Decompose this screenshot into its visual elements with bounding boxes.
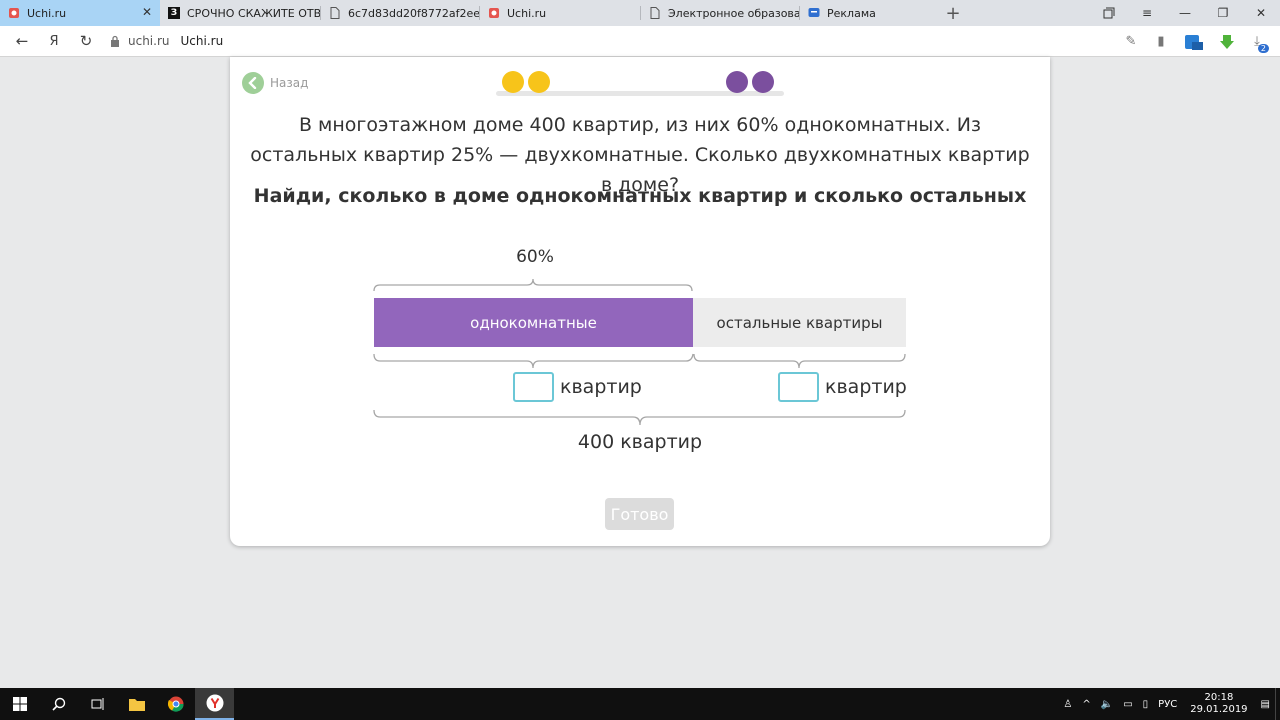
- yandex-browser-icon[interactable]: [195, 688, 234, 720]
- task-view-icon[interactable]: [78, 688, 117, 720]
- url-field[interactable]: uchi.ru Uchi.ru: [110, 34, 223, 48]
- clock[interactable]: 20:18 29.01.2019: [1182, 692, 1255, 716]
- reload-icon[interactable]: ↻: [70, 26, 102, 57]
- extension-sale-icon[interactable]: [1176, 26, 1212, 57]
- battery-icon[interactable]: ▯: [1138, 699, 1154, 710]
- tab-znanija[interactable]: З СРОЧНО СКАЖИТЕ ОТВЕТ: [160, 0, 320, 26]
- yandex-button[interactable]: Я: [38, 26, 70, 57]
- new-tab-button[interactable]: +: [940, 0, 966, 26]
- total-label: 400 квартир: [577, 431, 703, 453]
- answer-one-room: квартир: [513, 372, 642, 402]
- savefrom-icon[interactable]: [1212, 26, 1242, 57]
- volume-icon[interactable]: 🔈: [1096, 699, 1118, 710]
- segment-other-apartments: остальные квартиры: [693, 298, 906, 347]
- chevron-up-icon[interactable]: ^: [1077, 699, 1095, 710]
- window-controls: ≡ — ❐ ✕: [1090, 0, 1280, 26]
- downloads-badge: 2: [1257, 44, 1269, 53]
- protect-icon[interactable]: ✎: [1116, 26, 1146, 57]
- windows-start-icon[interactable]: [0, 688, 39, 720]
- document-icon: [649, 7, 661, 19]
- network-icon[interactable]: ▭: [1118, 699, 1137, 710]
- tabs-list-icon[interactable]: [1090, 0, 1128, 26]
- done-button[interactable]: Готово: [605, 498, 674, 530]
- back-arrow-icon[interactable]: ←: [6, 26, 38, 57]
- url-host: uchi.ru: [128, 34, 170, 48]
- tab-ads[interactable]: Реклама: [800, 0, 940, 26]
- chat-icon: [808, 7, 820, 19]
- tab-title: Uchi.ru: [507, 6, 547, 20]
- lock-icon: [111, 35, 119, 47]
- task-card: Назад В многоэтажном доме 400 квартир, и…: [230, 57, 1050, 546]
- answer-unit: квартир: [825, 376, 907, 398]
- uchi-icon: [488, 7, 500, 19]
- tab-title: Реклама: [827, 6, 876, 20]
- chrome-icon[interactable]: [156, 688, 195, 720]
- search-icon[interactable]: [39, 688, 78, 720]
- restore-icon[interactable]: ❐: [1204, 0, 1242, 26]
- tab-uchi-active[interactable]: Uchi.ru ✕: [0, 0, 160, 26]
- segment-one-room: однокомнатные: [374, 298, 693, 347]
- bookmark-icon[interactable]: ▮: [1146, 26, 1176, 57]
- system-tray: ♙ ^ 🔈 ▭ ▯ РУС 20:18 29.01.2019 ▤: [1058, 688, 1280, 720]
- language-indicator[interactable]: РУС: [1153, 699, 1182, 710]
- people-icon[interactable]: ♙: [1058, 699, 1077, 710]
- tab-document[interactable]: 6c7d83dd20f8772af2ee8c1f: [321, 0, 479, 26]
- address-bar-actions: ✎ ▮ ⤓ 2: [1116, 26, 1272, 57]
- close-icon[interactable]: ✕: [142, 5, 152, 19]
- uchi-icon: [8, 7, 20, 19]
- document-icon: [329, 7, 341, 19]
- znanija-icon: З: [168, 7, 180, 19]
- tab-title: СРОЧНО СКАЖИТЕ ОТВЕТ: [187, 6, 320, 20]
- clock-time: 20:18: [1204, 692, 1234, 703]
- taskbar: ♙ ^ 🔈 ▭ ▯ РУС 20:18 29.01.2019 ▤: [0, 688, 1280, 720]
- tab-education[interactable]: Электронное образование: [641, 0, 799, 26]
- tab-uchi[interactable]: Uchi.ru: [480, 0, 640, 26]
- show-desktop-button[interactable]: [1275, 688, 1280, 720]
- notifications-icon[interactable]: ▤: [1256, 699, 1275, 710]
- answer-others: квартир: [778, 372, 907, 402]
- tab-title: Электронное образование: [668, 6, 799, 20]
- minimize-icon[interactable]: —: [1166, 0, 1204, 26]
- answer-unit: квартир: [560, 376, 642, 398]
- tab-bar: Uchi.ru ✕ З СРОЧНО СКАЖИТЕ ОТВЕТ 6c7d83d…: [0, 0, 1280, 26]
- url-page-title: Uchi.ru: [180, 34, 224, 48]
- answer-input-one-room[interactable]: [513, 372, 554, 402]
- address-bar: ← Я ↻ uchi.ru Uchi.ru ✎ ▮ ⤓ 2: [0, 26, 1280, 57]
- answer-input-others[interactable]: [778, 372, 819, 402]
- clock-date: 29.01.2019: [1190, 704, 1248, 715]
- file-explorer-icon[interactable]: [117, 688, 156, 720]
- percent-label: 60%: [516, 247, 554, 267]
- tab-title: 6c7d83dd20f8772af2ee8c1f: [348, 6, 479, 20]
- menu-icon[interactable]: ≡: [1128, 0, 1166, 26]
- downloads-icon[interactable]: ⤓ 2: [1242, 26, 1272, 57]
- close-window-icon[interactable]: ✕: [1242, 0, 1280, 26]
- tab-title: Uchi.ru: [27, 6, 67, 20]
